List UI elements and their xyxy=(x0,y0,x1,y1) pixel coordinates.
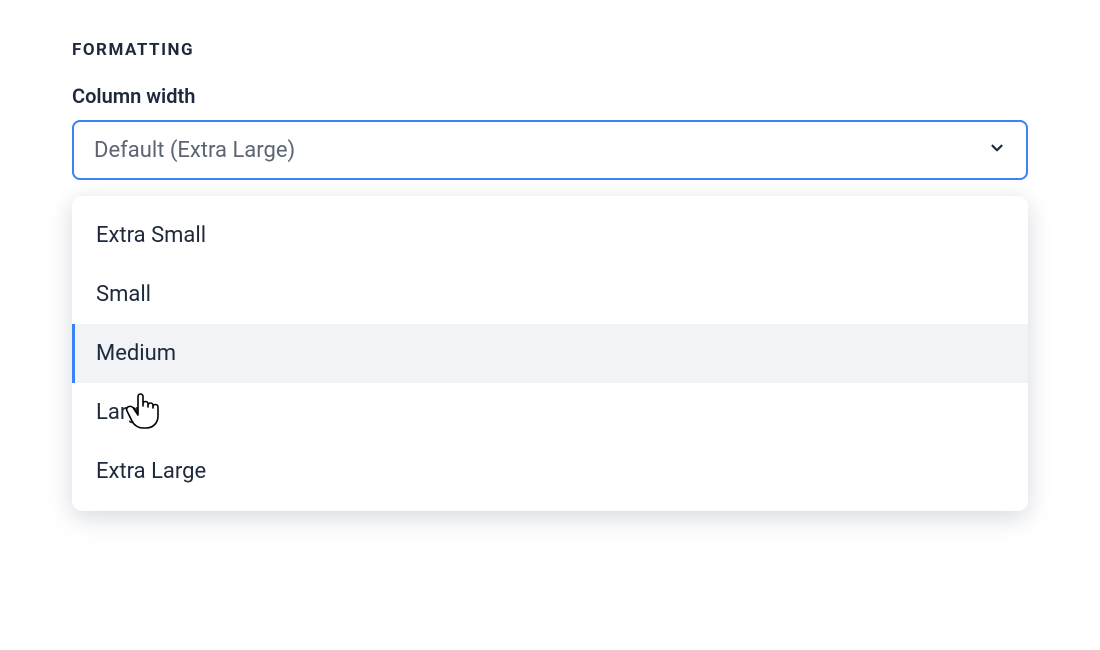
option-large[interactable]: Large xyxy=(72,383,1028,442)
chevron-down-icon xyxy=(988,139,1006,161)
select-value: Default (Extra Large) xyxy=(94,138,295,163)
section-heading: FORMATTING xyxy=(72,40,1028,60)
column-width-select[interactable]: Default (Extra Large) xyxy=(72,120,1028,180)
option-extra-small[interactable]: Extra Small xyxy=(72,206,1028,265)
column-width-dropdown: Extra SmallSmallMediumLargeExtra Large xyxy=(72,196,1028,511)
column-width-label: Column width xyxy=(72,84,1028,108)
option-extra-large[interactable]: Extra Large xyxy=(72,442,1028,501)
option-medium[interactable]: Medium xyxy=(72,324,1028,383)
option-small[interactable]: Small xyxy=(72,265,1028,324)
